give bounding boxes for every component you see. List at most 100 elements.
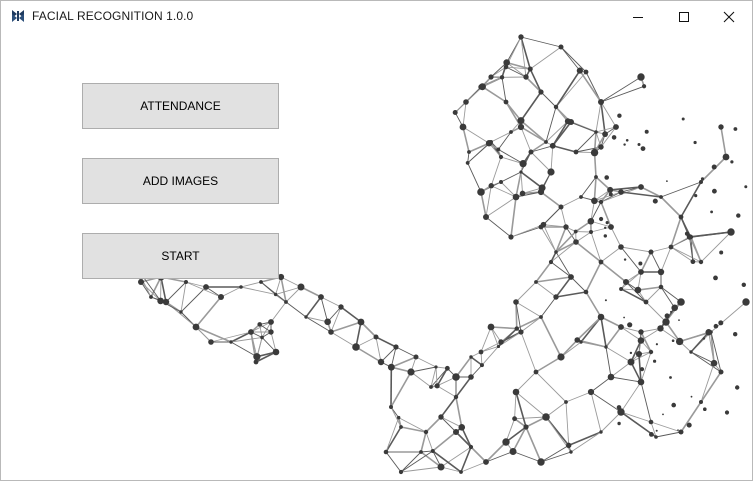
network-edge: [520, 120, 547, 143]
network-node: [184, 280, 188, 284]
close-button[interactable]: [706, 1, 752, 32]
network-node: [273, 292, 278, 297]
particle-dot: [662, 413, 664, 416]
main-content: ATTENDANCE ADD IMAGES START: [1, 32, 752, 480]
minimize-icon: [633, 16, 643, 18]
network-node: [419, 450, 423, 454]
particle-dot: [623, 143, 626, 146]
network-edge: [462, 101, 467, 128]
network-edge: [593, 176, 597, 201]
network-node: [434, 365, 438, 369]
network-node: [662, 318, 670, 326]
network-node: [468, 444, 474, 450]
particle-dot: [686, 422, 692, 428]
network-node: [468, 374, 474, 380]
network-edge: [467, 162, 482, 193]
network-edge: [540, 91, 557, 108]
network-node: [260, 335, 264, 340]
network-edge: [520, 331, 537, 373]
network-edge: [552, 145, 577, 153]
network-node: [157, 297, 164, 305]
network-edge: [595, 101, 602, 133]
network-node: [654, 435, 658, 439]
network-edge: [620, 246, 652, 253]
network-edge: [515, 301, 542, 318]
network-edge: [455, 396, 463, 428]
network-node: [599, 430, 603, 434]
particle-dot: [604, 299, 607, 302]
kivy-logo-icon: [10, 8, 26, 24]
network-node: [573, 229, 578, 234]
network-edge: [500, 171, 522, 183]
network-edge: [560, 341, 582, 358]
network-edge: [491, 185, 517, 198]
network-node: [607, 373, 615, 381]
minimize-button[interactable]: [615, 1, 661, 32]
network-edge: [620, 326, 642, 341]
network-node: [690, 259, 696, 265]
network-node: [598, 144, 604, 150]
network-node: [318, 294, 324, 300]
network-edge: [390, 371, 412, 408]
network-edge: [555, 70, 581, 108]
particle-dot: [611, 135, 617, 140]
network-node: [239, 285, 243, 289]
network-node: [387, 363, 395, 371]
network-node: [519, 160, 527, 168]
network-node: [638, 329, 644, 335]
network-edge: [305, 296, 322, 318]
network-node: [557, 353, 565, 361]
network-node: [648, 419, 654, 425]
network-edge: [330, 331, 357, 348]
particle-dot: [652, 198, 658, 204]
network-edge: [555, 230, 577, 253]
network-node: [623, 279, 629, 285]
network-node: [253, 359, 259, 365]
network-edge: [650, 246, 672, 253]
network-node: [689, 350, 693, 354]
network-node: [478, 83, 486, 91]
network-node: [373, 334, 379, 340]
network-edge: [570, 276, 587, 293]
network-node: [138, 279, 144, 285]
particle-dot: [653, 359, 657, 363]
network-node: [594, 175, 598, 179]
particle-dot: [711, 164, 717, 170]
network-node: [558, 44, 564, 50]
add-images-button[interactable]: ADD IMAGES: [82, 158, 279, 204]
particle-dot: [603, 234, 607, 238]
particle-dot: [599, 216, 604, 222]
network-node: [518, 34, 524, 40]
network-edge: [529, 46, 562, 70]
network-node: [248, 329, 254, 335]
network-edge: [680, 401, 702, 433]
network-edge: [425, 431, 434, 452]
network-node: [485, 140, 493, 147]
network-edge: [220, 286, 242, 298]
network-edge: [195, 296, 222, 328]
particle-dot: [700, 177, 705, 181]
network-node: [297, 283, 305, 291]
network-edge: [565, 391, 592, 403]
network-edge: [529, 68, 542, 93]
network-edge: [410, 371, 432, 388]
network-node: [467, 150, 471, 154]
network-edge: [543, 206, 562, 225]
network-node: [583, 69, 589, 75]
network-edge: [485, 451, 514, 463]
start-button[interactable]: START: [82, 233, 279, 279]
network-node: [608, 224, 614, 230]
attendance-button[interactable]: ATTENDANCE: [82, 83, 279, 129]
network-node: [638, 184, 644, 190]
maximize-button[interactable]: [661, 1, 707, 32]
network-node: [587, 217, 595, 225]
network-node: [618, 244, 624, 250]
network-node: [453, 394, 459, 400]
title-bar[interactable]: FACIAL RECOGNITION 1.0.0: [1, 1, 752, 32]
network-node: [564, 118, 571, 125]
network-node: [637, 378, 645, 386]
network-node: [722, 153, 730, 161]
network-node: [502, 438, 510, 446]
particle-dot: [724, 410, 730, 415]
network-node: [539, 315, 543, 319]
